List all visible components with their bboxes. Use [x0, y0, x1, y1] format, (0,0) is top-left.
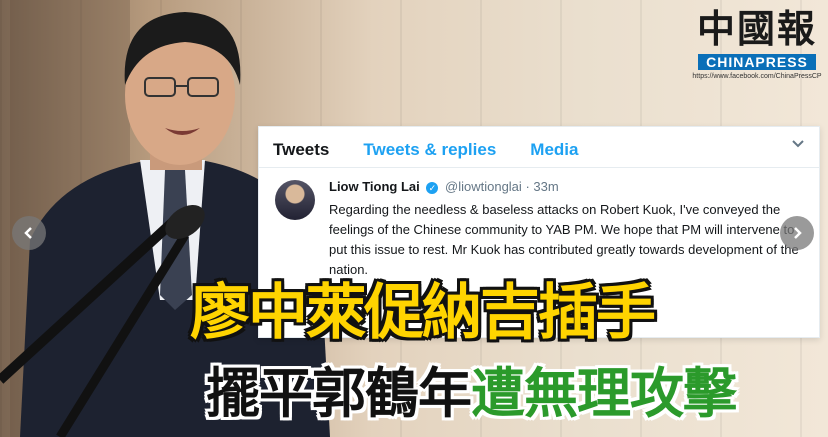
tab-media[interactable]: Media	[530, 140, 578, 160]
twitter-tabs: Tweets Tweets & replies Media	[259, 127, 819, 168]
tweet-handle[interactable]: @liowtionglai	[445, 179, 522, 194]
logo-english: CHINAPRESS	[698, 54, 816, 70]
headline-line2-part2: 遭無理攻擊	[471, 362, 737, 425]
china-press-logo: 中國報 CHINAPRESS https://www.facebook.com/…	[690, 6, 824, 88]
tweet-header: Liow Tiong Lai ✓ @liowtionglai · 33m	[329, 178, 805, 196]
headline-line2-part1: 擺平郭鶴年	[206, 362, 472, 425]
tweet-separator: ·	[525, 179, 530, 194]
avatar[interactable]	[275, 180, 315, 220]
tweet-text: Regarding the needless & baseless attack…	[329, 202, 799, 277]
headline-line2: 擺平郭鶴年遭無理攻擊	[206, 362, 737, 426]
tweet-time[interactable]: 33m	[533, 179, 558, 194]
next-slide-button[interactable]	[780, 216, 814, 250]
logo-url: https://www.facebook.com/ChinaPressCP	[692, 73, 822, 80]
arrow-right-icon	[794, 227, 802, 239]
tab-tweets[interactable]: Tweets	[273, 140, 329, 160]
previous-slide-button[interactable]	[12, 216, 46, 250]
news-image: Tweets Tweets & replies Media Liow Tiong…	[0, 0, 828, 437]
chevron-down-icon[interactable]	[791, 137, 805, 151]
logo-chinese: 中國報	[696, 6, 817, 51]
arrow-left-icon	[24, 227, 32, 239]
headline-line1: 廖中萊促納吉插手	[190, 278, 656, 348]
verified-icon: ✓	[426, 181, 439, 194]
tab-tweets-replies[interactable]: Tweets & replies	[363, 140, 496, 160]
tweet: Liow Tiong Lai ✓ @liowtionglai · 33m Reg…	[259, 168, 819, 280]
tweet-author-name[interactable]: Liow Tiong Lai	[329, 179, 420, 194]
